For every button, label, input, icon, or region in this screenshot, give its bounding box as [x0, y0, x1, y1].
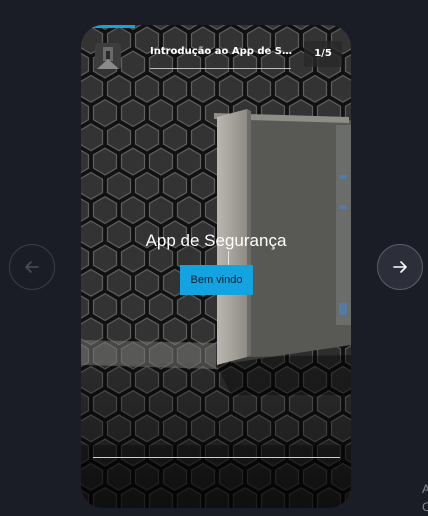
welcome-button[interactable]: Bem vindo	[180, 265, 253, 295]
arrow-right-icon	[393, 261, 407, 273]
story-card[interactable]: Introdução ao App de Seg... 1/5 App de S…	[81, 25, 351, 508]
story-title: Introdução ao App de Seg...	[150, 46, 292, 57]
clipped-edge-text: A C	[422, 480, 428, 516]
app-logo-icon	[95, 43, 121, 69]
slide-counter: 1/5	[304, 41, 342, 67]
arrow-left-icon	[25, 261, 39, 273]
story-header: Introdução ao App de Seg... 1/5	[81, 25, 351, 85]
next-story-button[interactable]	[377, 244, 423, 290]
story-heading: App de Segurança	[145, 231, 287, 250]
previous-story-button[interactable]	[9, 244, 55, 290]
story-thumbnail	[95, 43, 121, 69]
bottom-divider	[93, 457, 340, 458]
clipped-edge-text-line: C	[422, 500, 428, 514]
clipped-edge-text-line: A	[422, 482, 428, 496]
title-underline	[150, 68, 291, 69]
